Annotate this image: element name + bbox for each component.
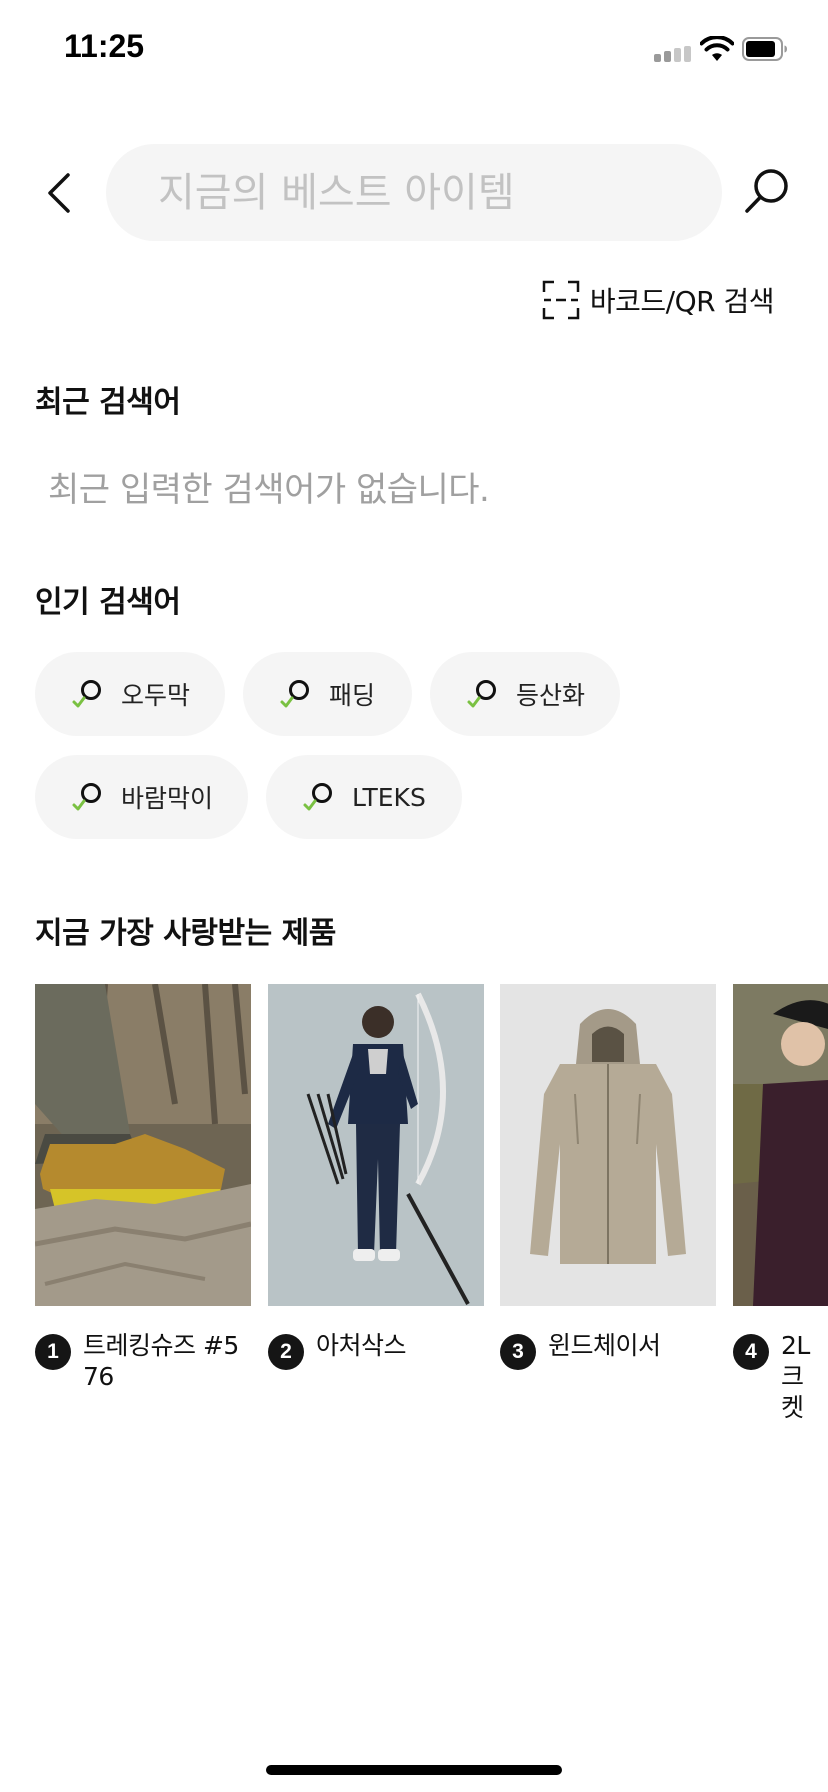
- product-name: 윈드체이서: [548, 1331, 661, 1360]
- back-button[interactable]: [40, 168, 80, 218]
- popular-search-chip-label: 오두막: [121, 681, 191, 710]
- popular-search-chip[interactable]: 등산화: [430, 652, 620, 736]
- product-card[interactable]: 2 아처삭스: [268, 984, 484, 1370]
- cellular-signal-icon: [654, 46, 692, 62]
- product-name: 아처삭스: [316, 1331, 407, 1360]
- popular-search-chip-label: 패딩: [329, 681, 376, 710]
- rank-badge: 2: [268, 1334, 304, 1370]
- popular-search-chip-label: 바람막이: [121, 784, 214, 813]
- status-time: 11:25: [64, 28, 145, 64]
- trending-search-icon: [72, 783, 101, 811]
- status-bar: 11:25: [0, 0, 828, 100]
- product-caption: 4 2L 크 켓: [733, 1330, 828, 1423]
- product-caption: 1 트레킹슈즈 #576: [35, 1330, 251, 1392]
- popular-search-chip[interactable]: 바람막이: [35, 755, 248, 839]
- home-indicator: [266, 1765, 562, 1775]
- product-caption: 2 아처삭스: [268, 1330, 484, 1370]
- recent-searches-empty-message: 최근 입력한 검색어가 없습니다.: [48, 470, 490, 510]
- trending-search-icon: [72, 680, 101, 708]
- rank-badge: 1: [35, 1334, 71, 1370]
- recent-searches-title: 최근 검색어: [35, 385, 181, 420]
- archer-photo: [268, 984, 484, 1306]
- barcode-scan-icon: [542, 280, 580, 320]
- barcode-qr-search-label: 바코드/QR 검색: [589, 285, 775, 318]
- rank-badge: 3: [500, 1334, 536, 1370]
- popular-search-chip[interactable]: LTEKS: [266, 755, 462, 839]
- popular-search-chip[interactable]: 오두막: [35, 652, 225, 736]
- search-icon: [745, 169, 788, 213]
- search-input[interactable]: [158, 144, 698, 241]
- barcode-qr-search-button[interactable]: 바코드/QR 검색: [542, 275, 775, 325]
- popular-search-chip-label: 등산화: [516, 681, 586, 710]
- popular-searches-title: 인기 검색어: [35, 585, 181, 620]
- trending-search-icon: [303, 783, 332, 811]
- battery-icon: [742, 37, 787, 61]
- loved-products-title: 지금 가장 사랑받는 제품: [35, 916, 336, 951]
- product-name: 2L 크 켓: [781, 1331, 810, 1422]
- popular-search-chip[interactable]: 패딩: [243, 652, 412, 736]
- trending-search-icon: [280, 680, 309, 708]
- hooded-jacket-photo: [500, 984, 716, 1306]
- product-card[interactable]: 1 트레킹슈즈 #576: [35, 984, 251, 1392]
- search-field[interactable]: [106, 144, 722, 241]
- hiking-boot-photo: [35, 984, 251, 1306]
- trending-search-icon: [467, 680, 496, 708]
- product-caption: 3 윈드체이서: [500, 1330, 716, 1370]
- rank-badge: 4: [733, 1334, 769, 1370]
- chevron-left-icon: [48, 173, 70, 213]
- wifi-icon: [700, 36, 734, 61]
- product-card[interactable]: 3 윈드체이서: [500, 984, 716, 1370]
- product-card[interactable]: 4 2L 크 켓: [733, 984, 828, 1423]
- woman-in-cap-photo: [733, 984, 828, 1306]
- search-button[interactable]: [742, 166, 792, 216]
- popular-search-chip-label: LTEKS: [352, 782, 426, 812]
- product-name: 트레킹슈즈 #576: [83, 1331, 239, 1391]
